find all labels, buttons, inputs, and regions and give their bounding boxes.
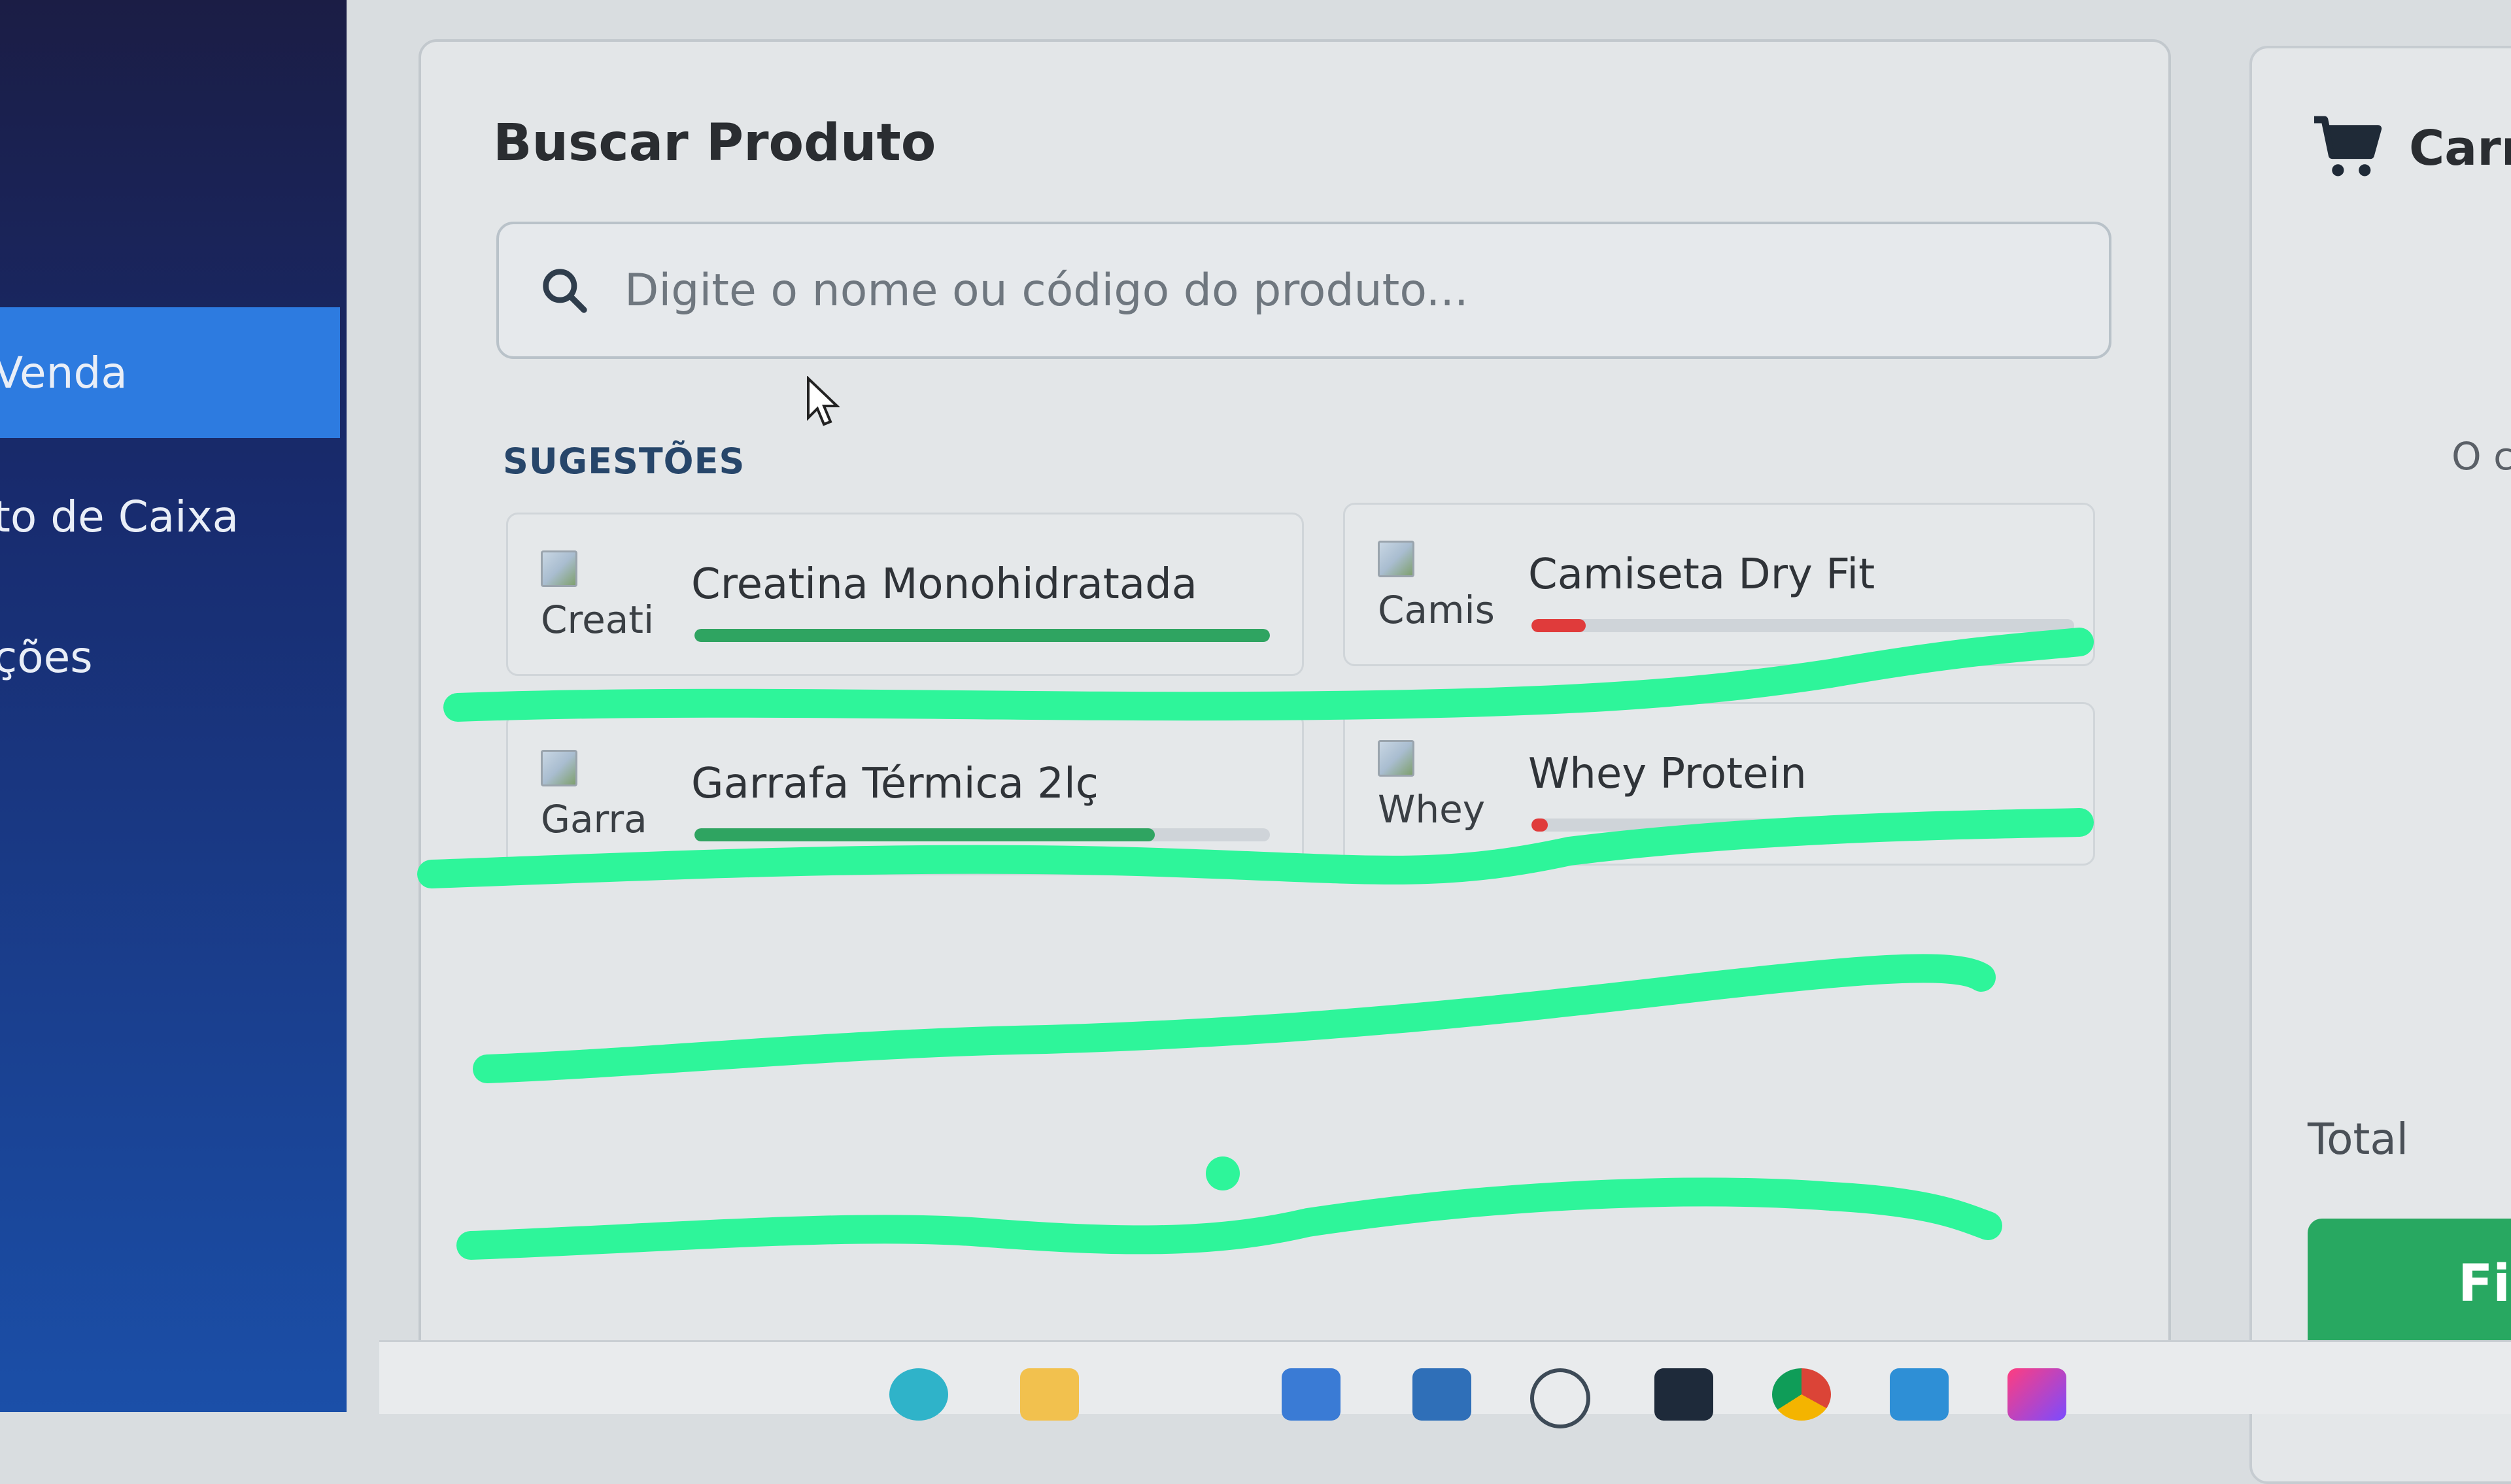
sidebar-item-label: ções [0,632,93,683]
chrome-icon[interactable] [1772,1368,1831,1421]
broken-image-icon: Garra [541,750,647,848]
product-suggestion-card[interactable]: Creati Creatina Monohidratada [506,513,1304,676]
taskbar [379,1340,2511,1428]
stock-bar-fill [1531,818,1548,832]
sidebar-item-configuracoes[interactable]: ções [0,592,340,722]
finish-sale-button[interactable]: Fi [2308,1219,2511,1349]
product-image-alt: Camis [1378,588,1495,632]
briefcase-icon[interactable] [1412,1368,1471,1421]
edge-icon[interactable] [889,1368,948,1421]
stock-bar-fill [694,629,1270,642]
sidebar-item-label: Venda [0,347,128,398]
suggestions-heading: SUGESTÕES [503,441,745,482]
stock-bar [694,828,1270,841]
broken-image-icon: Whey [1378,740,1485,838]
product-suggestion-card[interactable]: Whey Whey Protein [1343,702,2095,866]
stock-bar-fill [1531,619,1586,632]
sidebar-item-venda[interactable]: Venda [0,307,340,438]
product-name: Camiseta Dry Fit [1528,550,1875,599]
sidebar: Venda to de Caixa ções [0,0,347,1412]
product-name: Creatina Monohidratada [691,560,1197,609]
broken-image-icon: Camis [1378,541,1495,639]
pycharm-icon[interactable] [1654,1368,1713,1421]
cart-empty-message: O c [2451,434,2511,479]
stock-bar [1531,619,2074,632]
sidebar-item-fechamento-de-caixa[interactable]: to de Caixa [0,451,340,582]
broken-image-icon: Creati [541,550,654,649]
product-image-alt: Whey [1378,787,1486,832]
cart-panel: Carri O c Total Fi [2249,46,2511,1484]
product-name: Whey Protein [1528,750,1807,798]
search-icon [543,269,587,313]
intellij-icon[interactable] [2007,1368,2066,1421]
product-image-alt: Creati [541,598,655,642]
search-box[interactable] [496,222,2111,359]
cart-title: Carri [2409,120,2511,177]
search-input[interactable] [623,250,2032,330]
vscode-icon[interactable] [1890,1368,1949,1421]
whatsapp-icon[interactable] [1530,1368,1590,1428]
stock-bar-fill [694,828,1155,841]
product-suggestion-card[interactable]: Garra Garrafa Térmica 2lç [506,712,1304,875]
cart-icon [2314,116,2382,177]
product-search-panel: Buscar Produto SUGESTÕES Creati Creatina… [418,39,2171,1412]
product-image-alt: Garra [541,797,647,841]
stock-bar [1531,818,2074,832]
sidebar-item-label: to de Caixa [0,491,239,542]
file-explorer-icon[interactable] [1020,1368,1079,1421]
page-title: Buscar Produto [493,114,936,173]
store-icon[interactable] [1282,1368,1341,1421]
product-name: Garrafa Térmica 2lç [691,760,1099,808]
total-label: Total [2308,1114,2409,1164]
stock-bar [694,629,1270,642]
mouse-cursor-icon [807,376,840,426]
product-suggestion-card[interactable]: Camis Camiseta Dry Fit [1343,503,2095,666]
